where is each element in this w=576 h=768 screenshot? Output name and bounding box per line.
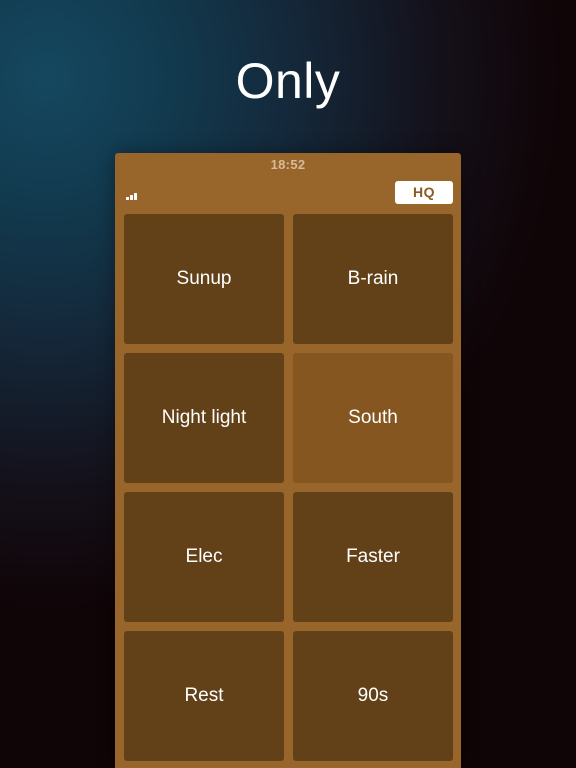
sound-tile-night-light[interactable]: Night light bbox=[124, 353, 284, 483]
sound-tile-b-rain[interactable]: B-rain bbox=[293, 214, 453, 344]
sound-tile-south[interactable]: South bbox=[293, 353, 453, 483]
hq-button[interactable]: HQ bbox=[395, 181, 453, 204]
device-screen: 18:52 HQ Sunup B-rain Night light South … bbox=[115, 153, 461, 768]
hero-title: Only bbox=[235, 53, 341, 109]
signal-bar bbox=[134, 193, 137, 200]
signal-bar bbox=[130, 195, 133, 200]
sound-tile-sunup[interactable]: Sunup bbox=[124, 214, 284, 344]
sound-tile-rest[interactable]: Rest bbox=[124, 631, 284, 761]
sound-tile-faster[interactable]: Faster bbox=[293, 492, 453, 622]
status-time: 18:52 bbox=[270, 157, 306, 172]
signal-bars-icon bbox=[126, 191, 140, 200]
sound-tile-90s[interactable]: 90s bbox=[293, 631, 453, 761]
signal-bar bbox=[126, 197, 129, 200]
sound-grid: Sunup B-rain Night light South Elec Fast… bbox=[124, 214, 454, 761]
sound-tile-elec[interactable]: Elec bbox=[124, 492, 284, 622]
